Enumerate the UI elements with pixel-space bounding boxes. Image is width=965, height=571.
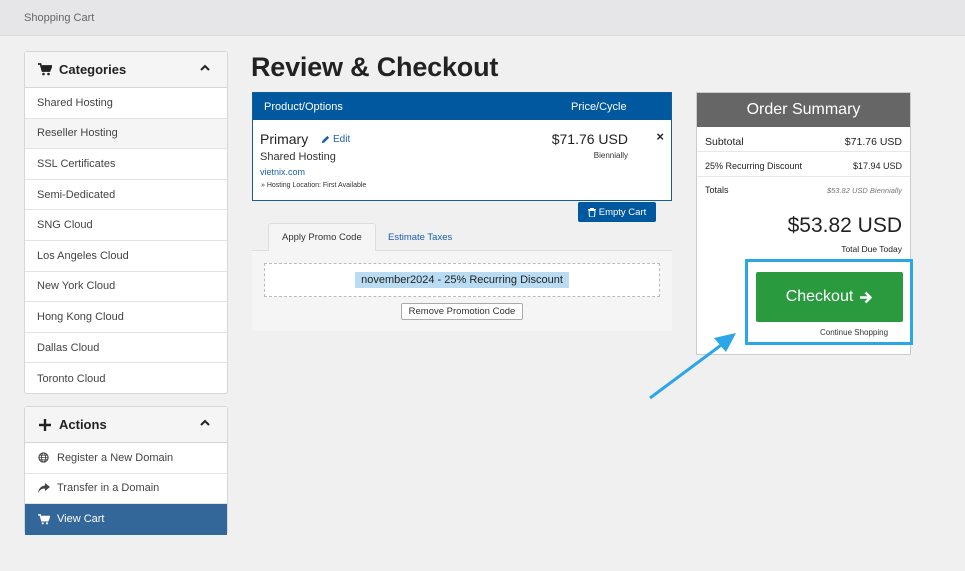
discount-row: 25% Recurring Discount $17.94 USD bbox=[697, 152, 910, 177]
categories-title: Categories bbox=[59, 62, 127, 77]
tab-apply-promo-code[interactable]: Apply Promo Code bbox=[268, 223, 376, 252]
total-due-label: Total Due Today bbox=[841, 244, 902, 254]
checkout-button[interactable]: Checkout bbox=[756, 272, 903, 322]
plus-icon bbox=[38, 418, 52, 432]
remove-promotion-button[interactable]: Remove Promotion Code bbox=[401, 303, 523, 320]
totals-value: $53.82 USD Biennially bbox=[826, 186, 902, 195]
cart-icon bbox=[37, 513, 50, 526]
subtotal-label: Subtotal bbox=[705, 136, 744, 148]
register-domain-link[interactable]: Register a New Domain bbox=[25, 443, 227, 474]
product-price: $71.76 USD bbox=[551, 131, 628, 147]
billing-cycle: Biennially bbox=[593, 151, 628, 160]
order-summary-title: Order Summary bbox=[697, 93, 910, 127]
category-shared-hosting[interactable]: Shared Hosting bbox=[25, 88, 227, 119]
categories-header[interactable]: Categories bbox=[25, 52, 227, 88]
subtotal-value: $71.76 USD bbox=[844, 136, 902, 148]
category-sng-cloud[interactable]: SNG Cloud bbox=[25, 210, 227, 241]
tab-bar: Apply Promo Code Estimate Taxes bbox=[252, 223, 672, 252]
edit-label: Edit bbox=[333, 134, 351, 145]
empty-cart-button[interactable]: Empty Cart bbox=[578, 202, 656, 222]
remove-item-icon[interactable]: × bbox=[656, 129, 664, 144]
category-reseller-hosting[interactable]: Reseller Hosting bbox=[25, 118, 227, 150]
cart-item-row: Primary Edit Shared Hosting vietnix.com … bbox=[253, 120, 671, 201]
product-name: Primary bbox=[260, 131, 309, 147]
product-domain: vietnix.com bbox=[260, 167, 306, 177]
cart-icon bbox=[38, 63, 52, 77]
actions-title: Actions bbox=[59, 417, 107, 432]
category-dallas-cloud[interactable]: Dallas Cloud bbox=[25, 333, 227, 364]
arrow-right-icon bbox=[859, 291, 873, 304]
pointer-arrow-icon bbox=[649, 333, 736, 400]
globe-icon bbox=[37, 451, 50, 464]
checkout-label: Checkout bbox=[785, 288, 854, 305]
total-due-amount: $53.82 USD bbox=[787, 214, 902, 237]
edit-product-link[interactable]: Edit bbox=[321, 134, 350, 145]
category-semi-dedicated[interactable]: Semi-Dedicated bbox=[25, 180, 227, 211]
actions-header[interactable]: Actions bbox=[25, 407, 227, 443]
view-cart-label: View Cart bbox=[57, 513, 105, 526]
promo-tabs: Apply Promo Code Estimate Taxes november… bbox=[252, 223, 672, 331]
totals-row: Totals $53.82 USD Biennially bbox=[697, 177, 910, 202]
category-los-angeles-cloud[interactable]: Los Angeles Cloud bbox=[25, 241, 227, 272]
tab-estimate-taxes[interactable]: Estimate Taxes bbox=[375, 223, 465, 252]
category-toronto-cloud[interactable]: Toronto Cloud bbox=[25, 363, 227, 394]
page-title: Review & Checkout bbox=[251, 52, 499, 82]
trash-icon bbox=[587, 207, 596, 217]
transfer-domain-link[interactable]: Transfer in a Domain bbox=[25, 474, 227, 505]
category-hong-kong-cloud[interactable]: Hong Kong Cloud bbox=[25, 302, 227, 333]
actions-panel: Actions Register a New Domain Transfer i… bbox=[24, 406, 228, 535]
breadcrumb[interactable]: Shopping Cart bbox=[24, 12, 94, 24]
applied-promo-text: november2024 - 25% Recurring Discount bbox=[355, 272, 569, 288]
continue-shopping-link[interactable]: Continue Shopping bbox=[820, 328, 888, 337]
view-cart-link[interactable]: View Cart bbox=[25, 504, 227, 535]
chevron-up-icon[interactable] bbox=[199, 417, 211, 429]
categories-panel: Categories Shared Hosting Reseller Hosti… bbox=[24, 51, 228, 394]
category-ssl-certificates[interactable]: SSL Certificates bbox=[25, 149, 227, 180]
applied-promo-box: november2024 - 25% Recurring Discount bbox=[264, 263, 660, 297]
promo-tab-body: november2024 - 25% Recurring Discount Re… bbox=[252, 251, 672, 331]
cart-table-header: Product/Options Price/Cycle bbox=[253, 93, 671, 120]
chevron-up-icon[interactable] bbox=[199, 62, 211, 74]
discount-label: 25% Recurring Discount bbox=[705, 161, 803, 171]
product-type: Shared Hosting bbox=[260, 151, 336, 163]
share-arrow-icon bbox=[37, 482, 50, 495]
empty-cart-label: Empty Cart bbox=[598, 206, 647, 218]
column-price-cycle: Price/Cycle bbox=[571, 101, 627, 113]
pencil-icon bbox=[321, 135, 330, 144]
breadcrumb-bar: Shopping Cart bbox=[0, 0, 965, 36]
discount-value: $17.94 USD bbox=[852, 161, 902, 171]
subtotal-row: Subtotal $71.76 USD bbox=[697, 127, 910, 152]
register-domain-label: Register a New Domain bbox=[57, 451, 174, 464]
cart-table: Product/Options Price/Cycle Primary Edit… bbox=[252, 92, 672, 201]
column-product-options: Product/Options bbox=[264, 101, 343, 113]
category-new-york-cloud[interactable]: New York Cloud bbox=[25, 272, 227, 303]
hosting-location: » Hosting Location: First Available bbox=[261, 182, 367, 189]
transfer-domain-label: Transfer in a Domain bbox=[57, 482, 160, 495]
totals-label: Totals bbox=[705, 185, 729, 195]
